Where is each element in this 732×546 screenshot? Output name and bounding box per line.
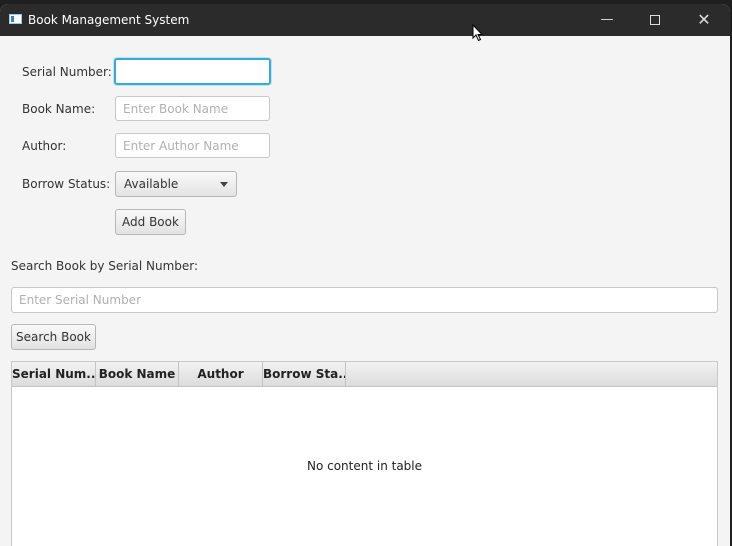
column-header-borrow-status[interactable]: Borrow Sta... [263, 362, 346, 386]
minimize-icon[interactable]: — [592, 10, 622, 30]
table-header: Serial Num... Book Name Author Borrow St… [12, 362, 717, 387]
book-name-input[interactable] [115, 96, 270, 121]
borrow-status-select[interactable]: Available [115, 171, 237, 197]
search-serial-input[interactable] [11, 287, 718, 313]
serial-number-input[interactable] [114, 58, 271, 85]
add-book-button[interactable]: Add Book [115, 209, 186, 235]
author-input[interactable] [115, 133, 270, 158]
window-title: Book Management System [28, 13, 190, 27]
books-table[interactable]: Serial Num... Book Name Author Borrow St… [11, 361, 718, 546]
column-header-serial[interactable]: Serial Num... [12, 362, 96, 386]
app-window: Book Management System — ✕ Serial Number… [0, 4, 730, 546]
app-icon [9, 14, 22, 24]
author-label: Author: [22, 139, 67, 153]
close-icon[interactable]: ✕ [689, 10, 719, 30]
search-label: Search Book by Serial Number: [11, 259, 199, 273]
book-name-label: Book Name: [22, 102, 96, 116]
chevron-down-icon [220, 182, 228, 187]
serial-number-label: Serial Number: [22, 65, 112, 79]
maximize-icon[interactable] [640, 10, 670, 30]
borrow-status-label: Borrow Status: [22, 177, 111, 191]
column-header-book-name[interactable]: Book Name [96, 362, 179, 386]
title-bar[interactable]: Book Management System — ✕ [0, 4, 730, 36]
column-header-author[interactable]: Author [179, 362, 263, 386]
search-book-button[interactable]: Search Book [11, 324, 96, 350]
table-empty-placeholder: No content in table [306, 459, 423, 473]
mouse-cursor-icon [472, 24, 484, 42]
borrow-status-value: Available [124, 177, 179, 191]
